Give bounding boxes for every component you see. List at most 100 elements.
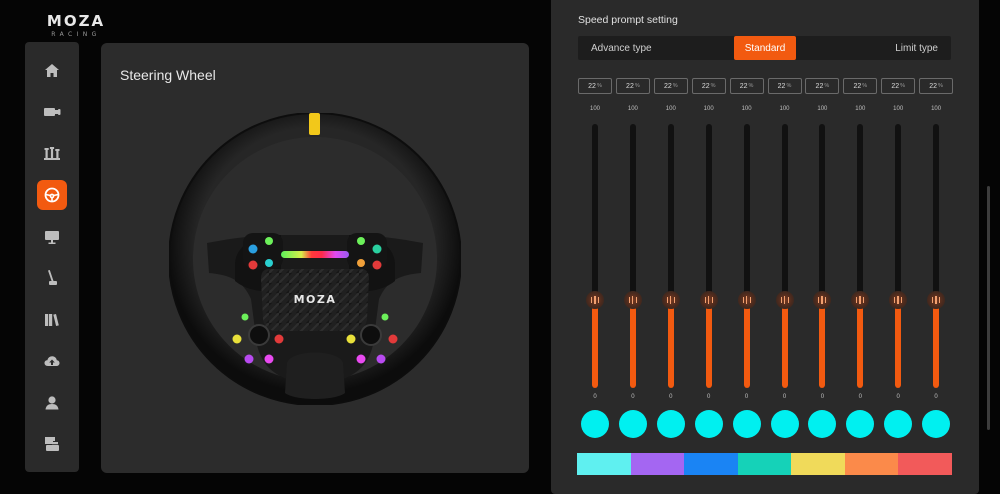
percent-value: 22: [626, 82, 634, 90]
slider-fill: [781, 306, 788, 388]
slider-max-label: 100: [931, 106, 942, 112]
slider-max-label: 100: [741, 106, 752, 112]
channel-color-button[interactable]: [808, 410, 837, 438]
percent-unit: %: [710, 83, 716, 89]
slider-thumb[interactable]: [586, 291, 604, 310]
percent-value: 22: [815, 82, 824, 90]
channel-color-button[interactable]: [846, 410, 875, 438]
percent-unit: %: [862, 83, 868, 89]
slider-thumb[interactable]: [775, 291, 794, 310]
palette-swatch[interactable]: [577, 453, 631, 475]
percent-unit: %: [900, 83, 906, 89]
slider-thumb[interactable]: [737, 291, 756, 310]
slider-fill: [705, 306, 712, 388]
home-icon: [37, 56, 67, 86]
palette-swatch[interactable]: [684, 453, 738, 475]
percent-input[interactable]: 22%: [729, 78, 764, 94]
wheelbase-icon: [37, 97, 67, 127]
panel-title: Steering Wheel: [120, 67, 216, 83]
percent-value: 22: [891, 82, 900, 90]
grip-icon: [591, 296, 599, 305]
scrollbar[interactable]: [987, 186, 990, 430]
slider-thumb[interactable]: [623, 291, 642, 310]
sidebar-item-about[interactable]: [25, 424, 79, 466]
speed-prompt-panel: Speed prompt setting Advance type Standa…: [551, 0, 979, 494]
percent-input[interactable]: 22%: [767, 78, 802, 94]
channel-color-button[interactable]: [581, 410, 609, 438]
sidebar-item-profile[interactable]: [25, 382, 79, 424]
percent-input[interactable]: 22%: [653, 78, 688, 94]
slider-fill: [857, 306, 864, 388]
sidebar-item-library[interactable]: [25, 299, 79, 341]
sidebar-item-wheelbase[interactable]: [25, 92, 79, 134]
sidebar-item-display[interactable]: [25, 216, 79, 258]
percent-input[interactable]: 22%: [881, 78, 916, 94]
percent-input[interactable]: 22%: [578, 78, 612, 94]
grip-icon: [780, 296, 789, 305]
section-title: Speed prompt setting: [578, 14, 678, 26]
channel-color-button[interactable]: [770, 410, 799, 438]
slider-fill: [819, 306, 826, 388]
slider-min-label: 0: [707, 394, 711, 400]
percent-unit: %: [748, 83, 754, 89]
sidebar-item-steering-wheel[interactable]: [25, 175, 79, 217]
slider-max-label: 100: [779, 106, 790, 112]
sidebar-item-pedals[interactable]: [25, 133, 79, 175]
sidebar: [25, 42, 79, 472]
percent-unit: %: [824, 83, 830, 89]
slider-min-label: 0: [593, 394, 597, 400]
percent-input[interactable]: 22%: [691, 78, 726, 94]
sidebar-item-handbrake[interactable]: [25, 258, 79, 300]
slider-min-label: 0: [934, 394, 938, 400]
channel-color-button[interactable]: [732, 410, 761, 438]
logo-wordmark: MOZA: [46, 12, 106, 30]
percent-unit: %: [634, 83, 640, 89]
slider-max-label: 100: [893, 106, 904, 112]
percent-value: 22: [853, 82, 862, 90]
channel-color-button[interactable]: [618, 410, 647, 438]
slider-thumb[interactable]: [927, 291, 946, 310]
channel-color-button[interactable]: [656, 410, 685, 438]
slider-min-label: 0: [782, 394, 787, 400]
sidebar-item-cloud[interactable]: [25, 341, 79, 383]
slider-min-label: 0: [744, 394, 749, 400]
percent-input[interactable]: 22%: [919, 78, 954, 94]
slider-thumb[interactable]: [851, 291, 870, 310]
slider-fill: [592, 306, 598, 388]
slider-max-label: 100: [665, 106, 676, 112]
color-palette: [577, 453, 953, 475]
palette-swatch[interactable]: [898, 453, 953, 475]
palette-swatch[interactable]: [737, 453, 792, 475]
channel-color-button[interactable]: [884, 410, 913, 438]
percent-value: 22: [663, 82, 672, 90]
percent-unit: %: [938, 83, 943, 89]
palette-swatch[interactable]: [844, 453, 899, 475]
center-marker: [309, 113, 320, 135]
palette-swatch[interactable]: [791, 453, 845, 475]
percent-input[interactable]: 22%: [615, 78, 650, 94]
percent-input[interactable]: 22%: [805, 78, 840, 94]
slider-thumb[interactable]: [889, 291, 908, 310]
channel-color-button[interactable]: [922, 410, 951, 438]
mode-advance-type[interactable]: Advance type: [591, 36, 652, 60]
slider-thumb[interactable]: [661, 291, 680, 310]
grip-icon: [818, 296, 827, 305]
channel-color-button[interactable]: [694, 410, 723, 438]
sidebar-item-home[interactable]: [25, 50, 79, 92]
library-icon: [37, 305, 67, 335]
percent-value: 22: [777, 82, 786, 90]
mode-limit-type[interactable]: Limit type: [895, 36, 938, 60]
slider-thumb[interactable]: [699, 291, 718, 310]
slider-min-label: 0: [896, 394, 900, 400]
grip-icon: [704, 296, 713, 305]
percent-unit: %: [786, 83, 792, 89]
slider-fill: [743, 306, 750, 388]
slider-thumb[interactable]: [813, 291, 832, 310]
monitor-icon: [37, 222, 67, 252]
mode-standard[interactable]: Standard: [734, 36, 796, 60]
percent-input[interactable]: 22%: [843, 78, 878, 94]
grip-icon: [742, 296, 751, 305]
percent-value: 22: [701, 82, 710, 90]
speed-prompt-mode-selector: Advance type Standard Limit type: [578, 36, 951, 60]
palette-swatch[interactable]: [630, 453, 685, 475]
